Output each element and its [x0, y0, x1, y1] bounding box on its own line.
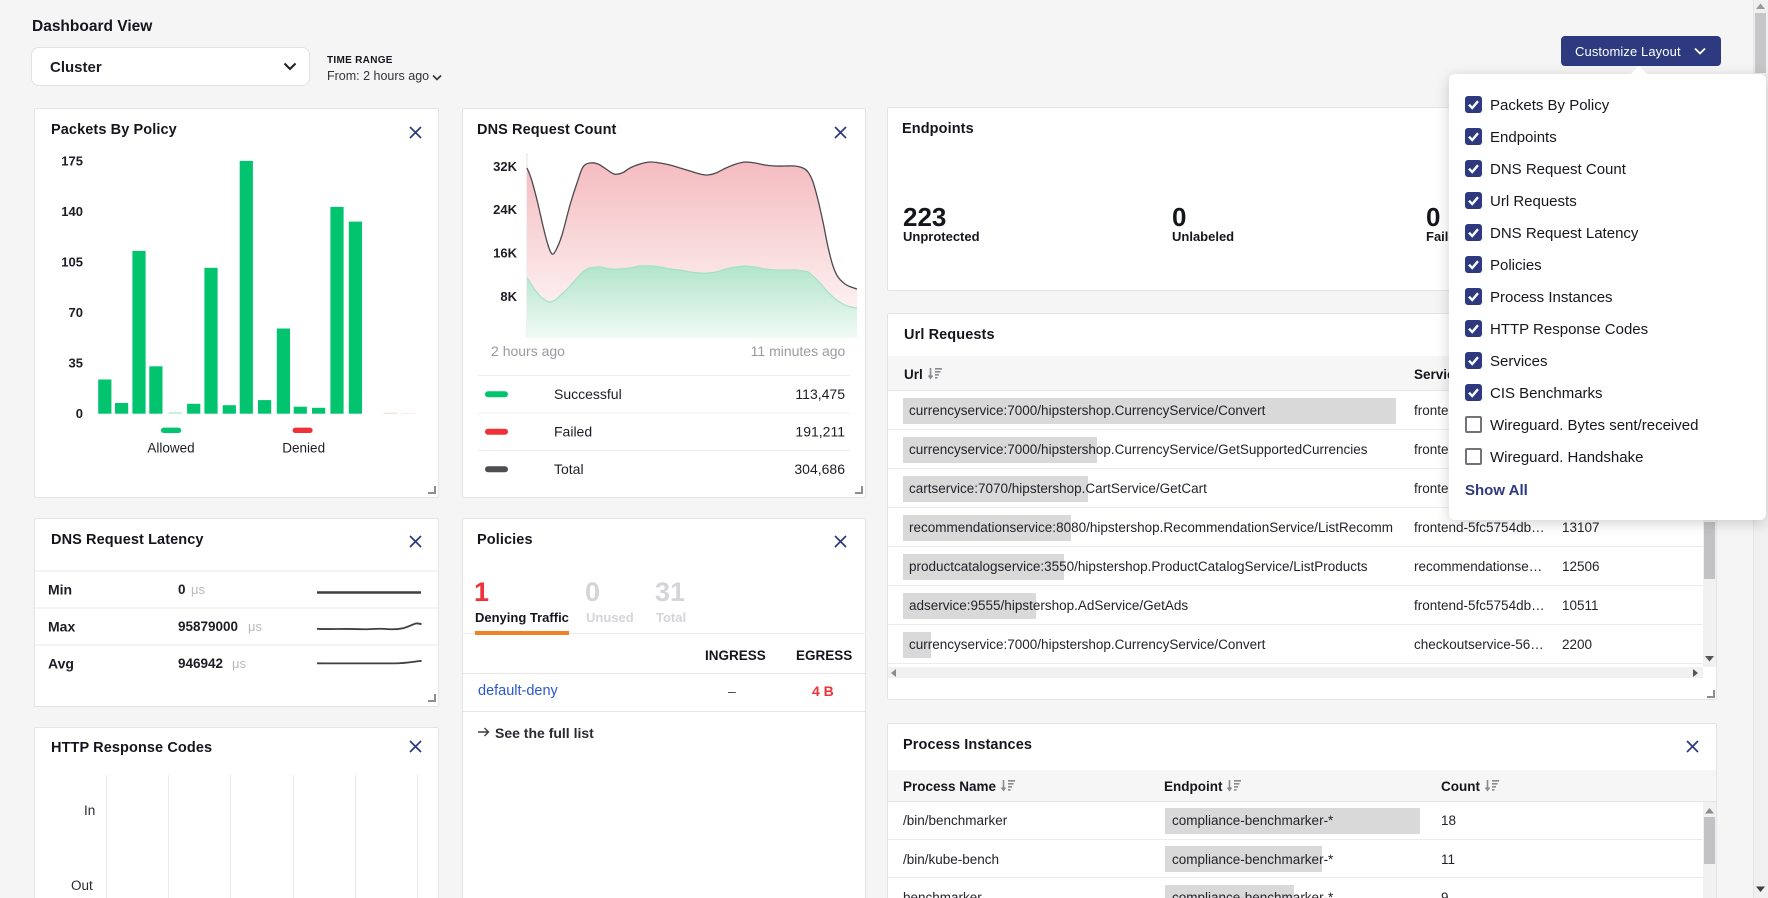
svg-text:175: 175: [61, 154, 83, 169]
svg-text:70: 70: [69, 305, 83, 320]
svg-text:0: 0: [178, 582, 186, 597]
svg-text:95879000: 95879000: [178, 619, 238, 634]
svg-text:946942: 946942: [178, 656, 223, 671]
svg-text:Allowed: Allowed: [147, 441, 194, 456]
svg-text:μs: μs: [191, 582, 205, 597]
svg-text:113,475: 113,475: [795, 386, 845, 402]
svg-text:304,686: 304,686: [794, 461, 845, 477]
svg-text:105: 105: [61, 255, 83, 270]
svg-text:140: 140: [61, 204, 83, 219]
svg-text:Denied: Denied: [282, 441, 325, 456]
svg-text:Max: Max: [48, 619, 75, 635]
svg-text:16K: 16K: [493, 246, 517, 261]
svg-text:μs: μs: [232, 656, 246, 671]
svg-text:Failed: Failed: [554, 424, 592, 440]
svg-text:191,211: 191,211: [795, 424, 845, 440]
svg-text:Avg: Avg: [48, 656, 74, 672]
svg-text:Total: Total: [554, 461, 584, 477]
svg-text:8K: 8K: [500, 289, 517, 304]
svg-text:32K: 32K: [493, 159, 517, 174]
svg-text:0: 0: [76, 406, 83, 421]
svg-text:2 hours ago: 2 hours ago: [491, 343, 565, 359]
svg-text:24K: 24K: [493, 202, 517, 217]
svg-text:Successful: Successful: [554, 386, 622, 402]
svg-text:11 minutes ago: 11 minutes ago: [751, 343, 846, 359]
svg-text:μs: μs: [248, 619, 262, 634]
svg-text:35: 35: [69, 356, 83, 371]
svg-text:Min: Min: [48, 582, 72, 598]
